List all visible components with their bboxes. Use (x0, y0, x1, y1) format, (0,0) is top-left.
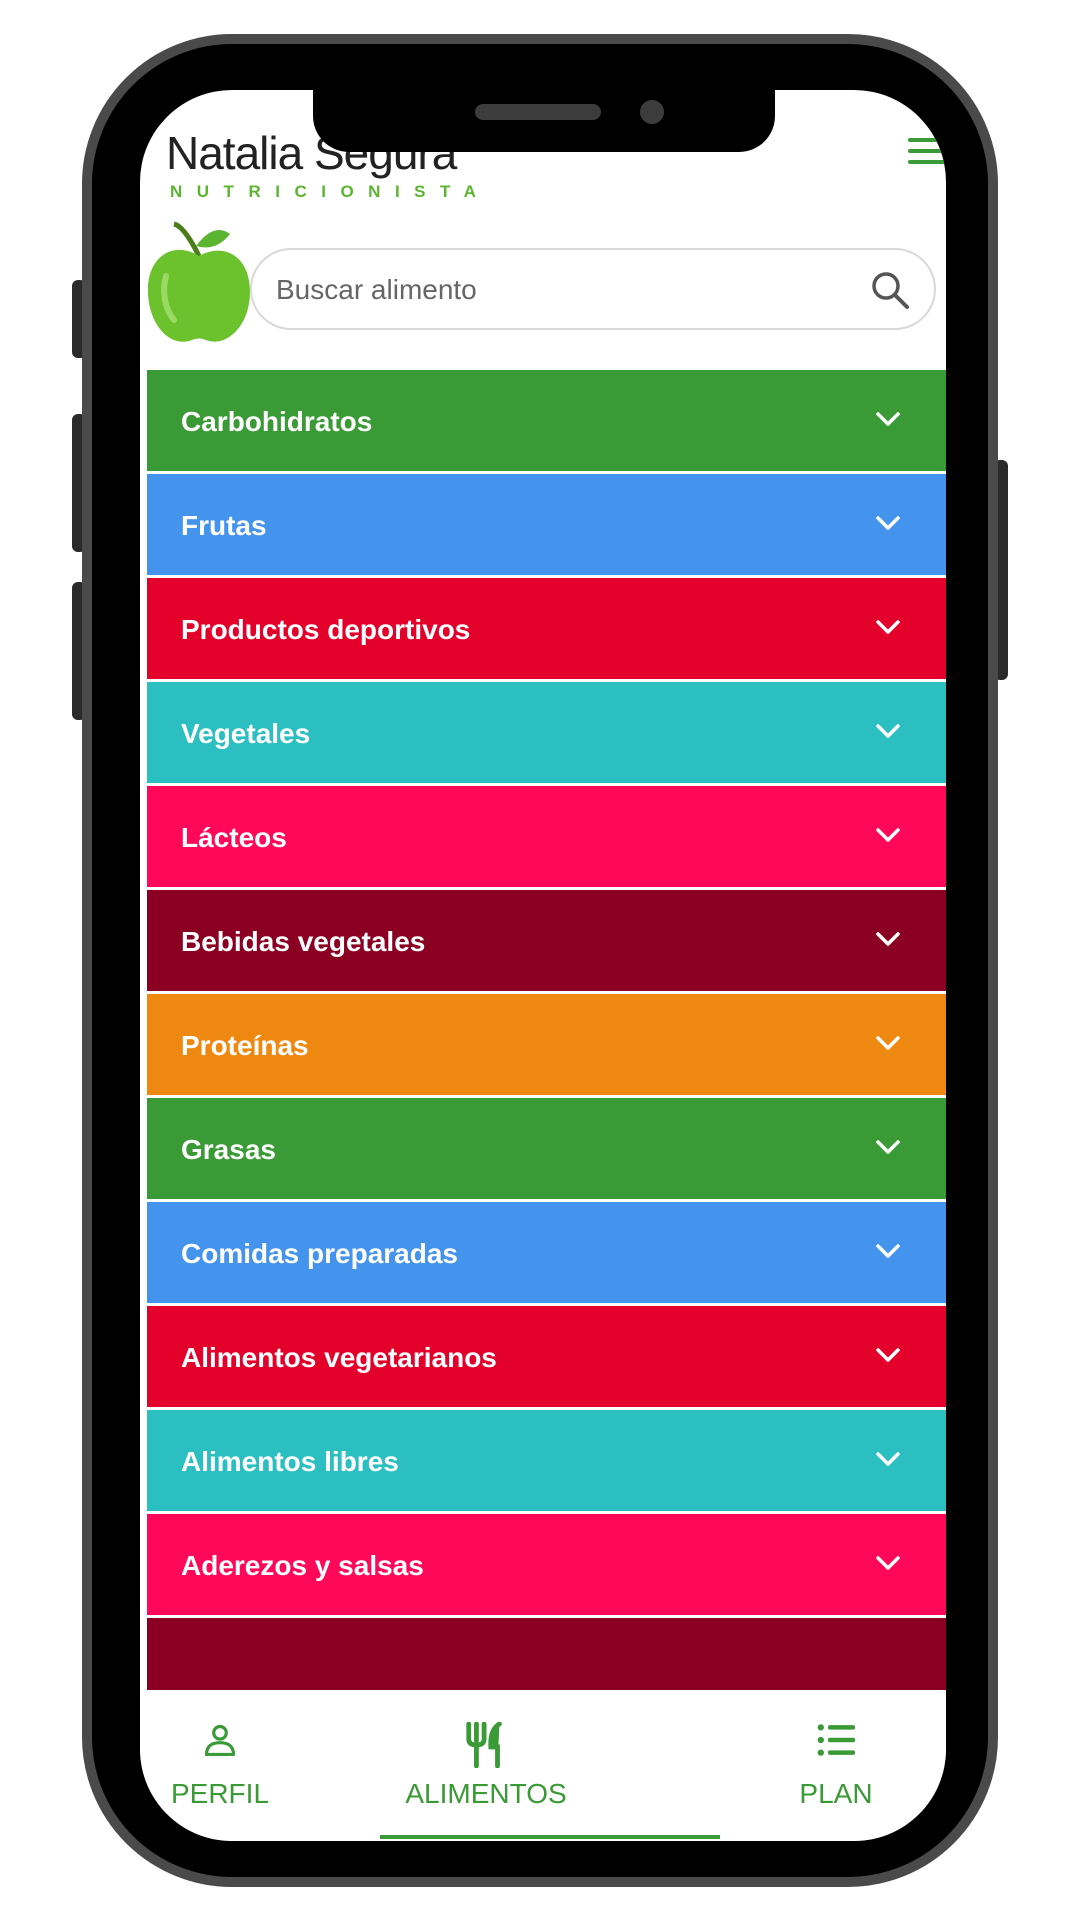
fork-knife-icon (466, 1722, 502, 1768)
chevron-down-icon[interactable] (875, 1242, 901, 1260)
nav-label-perfil: PERFIL (170, 1778, 270, 1809)
category-row[interactable]: Vegetales (147, 682, 946, 786)
camera (640, 100, 664, 124)
green-apple-icon (147, 221, 250, 342)
hamburger-menu-icon[interactable] (908, 138, 946, 166)
category-row[interactable]: Frutas (147, 474, 946, 578)
category-row[interactable]: Carbohidratos (147, 370, 946, 474)
chevron-down-icon[interactable] (875, 826, 901, 844)
category-label: Productos deportivos (181, 614, 471, 645)
nav-label-alimentos: ALIMENTOS (405, 1778, 567, 1809)
search-bar[interactable] (250, 248, 936, 330)
category-row[interactable]: Grasas (147, 1098, 946, 1202)
category-label: Vegetales (181, 718, 311, 749)
nav-item-alimentos[interactable]: ALIMENTOS (396, 1690, 576, 1841)
category-label: Alimentos libres (181, 1446, 399, 1477)
category-list: Carbohidratos Frutas Productos deportivos V… (147, 370, 946, 1722)
category-row[interactable]: Aderezos y salsas (147, 1514, 946, 1618)
category-label: Proteínas (181, 1030, 309, 1061)
category-row[interactable]: Bebidas vegetales (147, 890, 946, 994)
search-icon[interactable] (870, 270, 910, 310)
chevron-down-icon[interactable] (875, 1138, 901, 1156)
category-label: Frutas (181, 510, 267, 541)
category-row[interactable]: Lácteos (147, 786, 946, 890)
category-row[interactable]: Proteínas (147, 994, 946, 1098)
nav-item-plan[interactable]: PLAN (776, 1690, 896, 1841)
category-label: Bebidas vegetales (181, 926, 426, 957)
list-icon (817, 1724, 855, 1756)
app-screen: Natalia Segura NUTRICIONISTA Carbohidrat… (140, 90, 946, 1841)
chevron-down-icon[interactable] (875, 1450, 901, 1468)
brand-subtitle: NUTRICIONISTA (170, 182, 491, 201)
chevron-down-icon[interactable] (875, 410, 901, 428)
category-label: Lácteos (181, 822, 287, 853)
chevron-down-icon[interactable] (875, 1034, 901, 1052)
search-input[interactable] (274, 264, 838, 316)
active-tab-indicator (380, 1835, 720, 1839)
category-row[interactable]: Comidas preparadas (147, 1202, 946, 1306)
speaker (475, 104, 601, 120)
category-label: Alimentos vegetarianos (181, 1342, 497, 1373)
category-label: Aderezos y salsas (181, 1550, 424, 1581)
category-row[interactable]: Alimentos libres (147, 1410, 946, 1514)
category-label: Grasas (181, 1134, 276, 1165)
category-row[interactable]: Productos deportivos (147, 578, 946, 682)
notch (313, 90, 775, 152)
nav-item-perfil[interactable]: PERFIL (160, 1690, 280, 1841)
nav-label-plan: PLAN (799, 1778, 873, 1809)
chevron-down-icon[interactable] (875, 1554, 901, 1572)
chevron-down-icon[interactable] (875, 930, 901, 948)
category-row[interactable]: Alimentos vegetarianos (147, 1306, 946, 1410)
chevron-down-icon[interactable] (875, 1346, 901, 1364)
chevron-down-icon[interactable] (875, 722, 901, 740)
chevron-down-icon[interactable] (875, 618, 901, 636)
category-label: Carbohidratos (181, 406, 373, 437)
category-label: Comidas preparadas (181, 1238, 458, 1269)
person-icon (204, 1724, 236, 1756)
chevron-down-icon[interactable] (875, 514, 901, 532)
bottom-nav: PERFIL ALIMENTOS PLAN (140, 1690, 946, 1841)
